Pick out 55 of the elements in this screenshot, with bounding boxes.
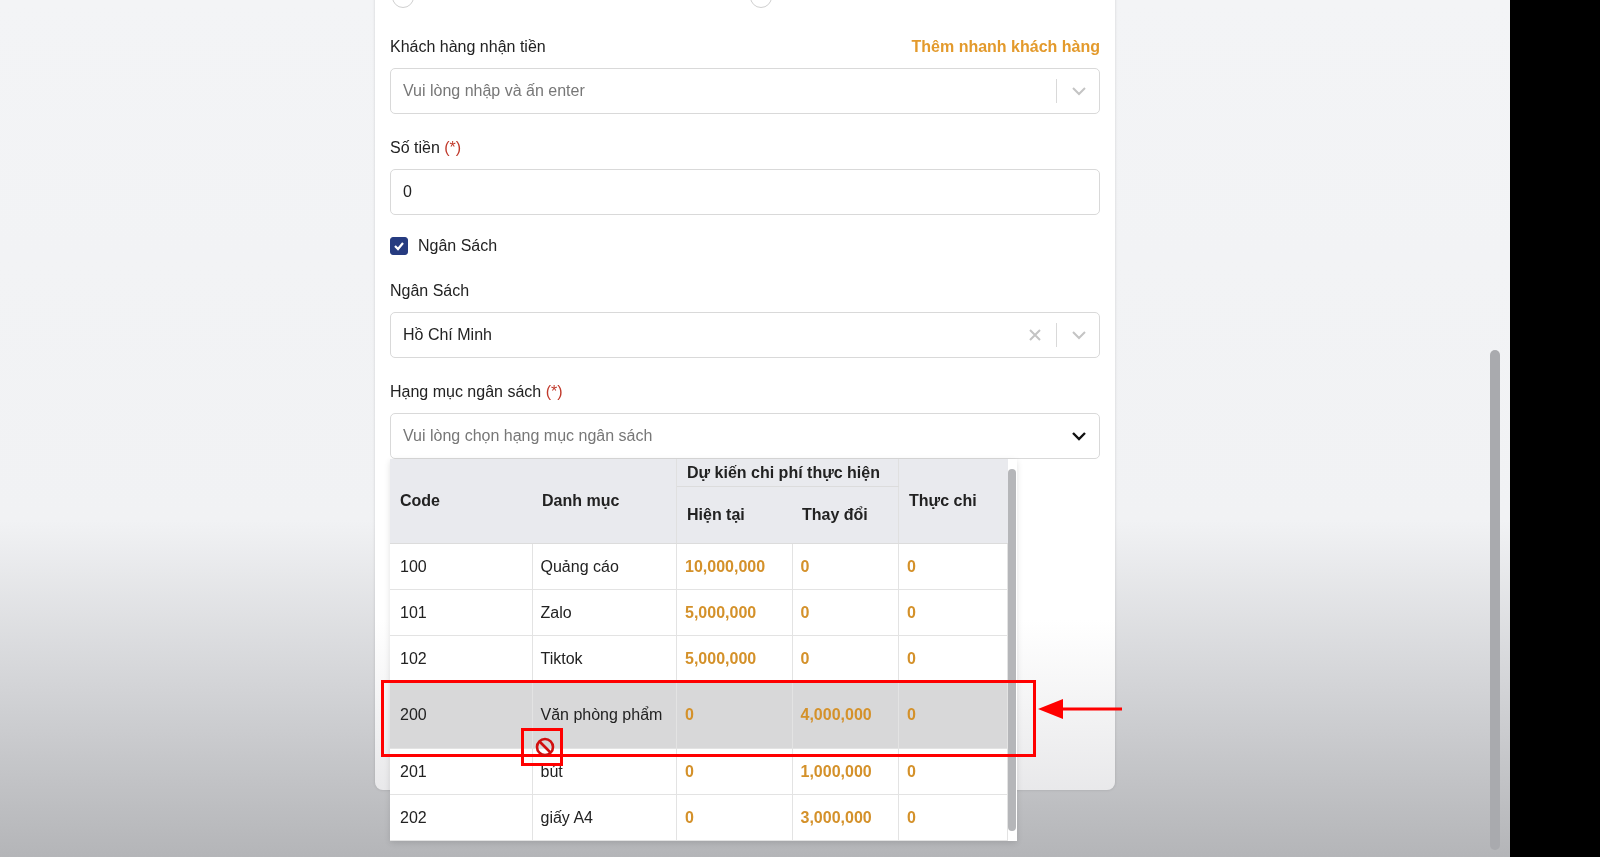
amount-input[interactable]: 0 [390,169,1100,215]
table-cell: 100 [390,543,532,590]
column-header: Hiện tại [676,486,792,544]
table-cell: 0 [676,681,792,749]
chevron-down-icon [1071,86,1087,96]
table-cell: giấy A4 [532,794,677,841]
table-cell: 0 [792,543,899,590]
field-label: Số tiền (*) [390,139,462,157]
table-cell: 0 [898,589,1008,636]
table-row[interactable]: 200 Văn phòng phẩm 0 4,000,000 0 [390,681,1008,749]
table-cell: 0 [792,589,899,636]
column-header: Danh mục [532,459,677,544]
column-header: Thay đổi [792,486,899,544]
chevron-down-icon [1071,330,1087,340]
table-cell: 102 [390,635,532,682]
table-cell: 0 [898,635,1008,682]
table-cell: 200 [390,681,532,749]
column-header: Thực chi [898,459,1008,544]
table-cell: 5,000,000 [676,635,792,682]
table-cell: Tiktok [532,635,677,682]
checkbox-label: Ngân Sách [418,237,498,255]
table-cell: 101 [390,589,532,636]
customer-select[interactable]: Vui lòng nhập và ấn enter [390,68,1100,114]
field-label: Ngân Sách [390,282,470,300]
not-allowed-icon [534,736,556,758]
table-cell: 3,000,000 [792,794,899,841]
field-label: Hạng mục ngân sách (*) [390,383,563,401]
checkbox[interactable] [390,237,408,255]
table-row[interactable]: 101 Zalo 5,000,000 0 0 [390,589,1008,636]
category-select[interactable]: Vui lòng chọn hạng mục ngân sách [390,413,1100,459]
table-cell: 0 [676,794,792,841]
table-row[interactable]: 201 bút 0 1,000,000 0 [390,748,1008,795]
table-cell: 0 [898,681,1008,749]
table-cell: 202 [390,794,532,841]
scrollbar-thumb[interactable] [1008,469,1016,831]
clear-icon [1028,328,1042,342]
field-label: Khách hàng nhận tiền [390,38,546,56]
table-row[interactable]: 102 Tiktok 5,000,000 0 0 [390,635,1008,682]
column-header: Dự kiến chi phí thực hiện [676,459,899,487]
table-cell: Quảng cáo [532,543,677,590]
table-cell: 0 [898,794,1008,841]
scrollbar-thumb[interactable] [1490,350,1500,850]
table-cell: 5,000,000 [676,589,792,636]
table-cell: 0 [898,543,1008,590]
table-row[interactable]: 202 giấy A4 0 3,000,000 0 [390,794,1008,841]
table-cell: 4,000,000 [792,681,899,749]
chevron-down-icon [1071,431,1087,441]
table-row[interactable]: 100 Quảng cáo 10,000,000 0 0 [390,543,1008,590]
table-cell: Zalo [532,589,677,636]
table-cell: 0 [792,635,899,682]
table-cell: Văn phòng phẩm [532,681,677,749]
budget-select[interactable]: Hồ Chí Minh [390,312,1100,358]
arrow-icon [1038,697,1122,721]
column-header: Code [390,459,532,544]
table-cell: 10,000,000 [676,543,792,590]
